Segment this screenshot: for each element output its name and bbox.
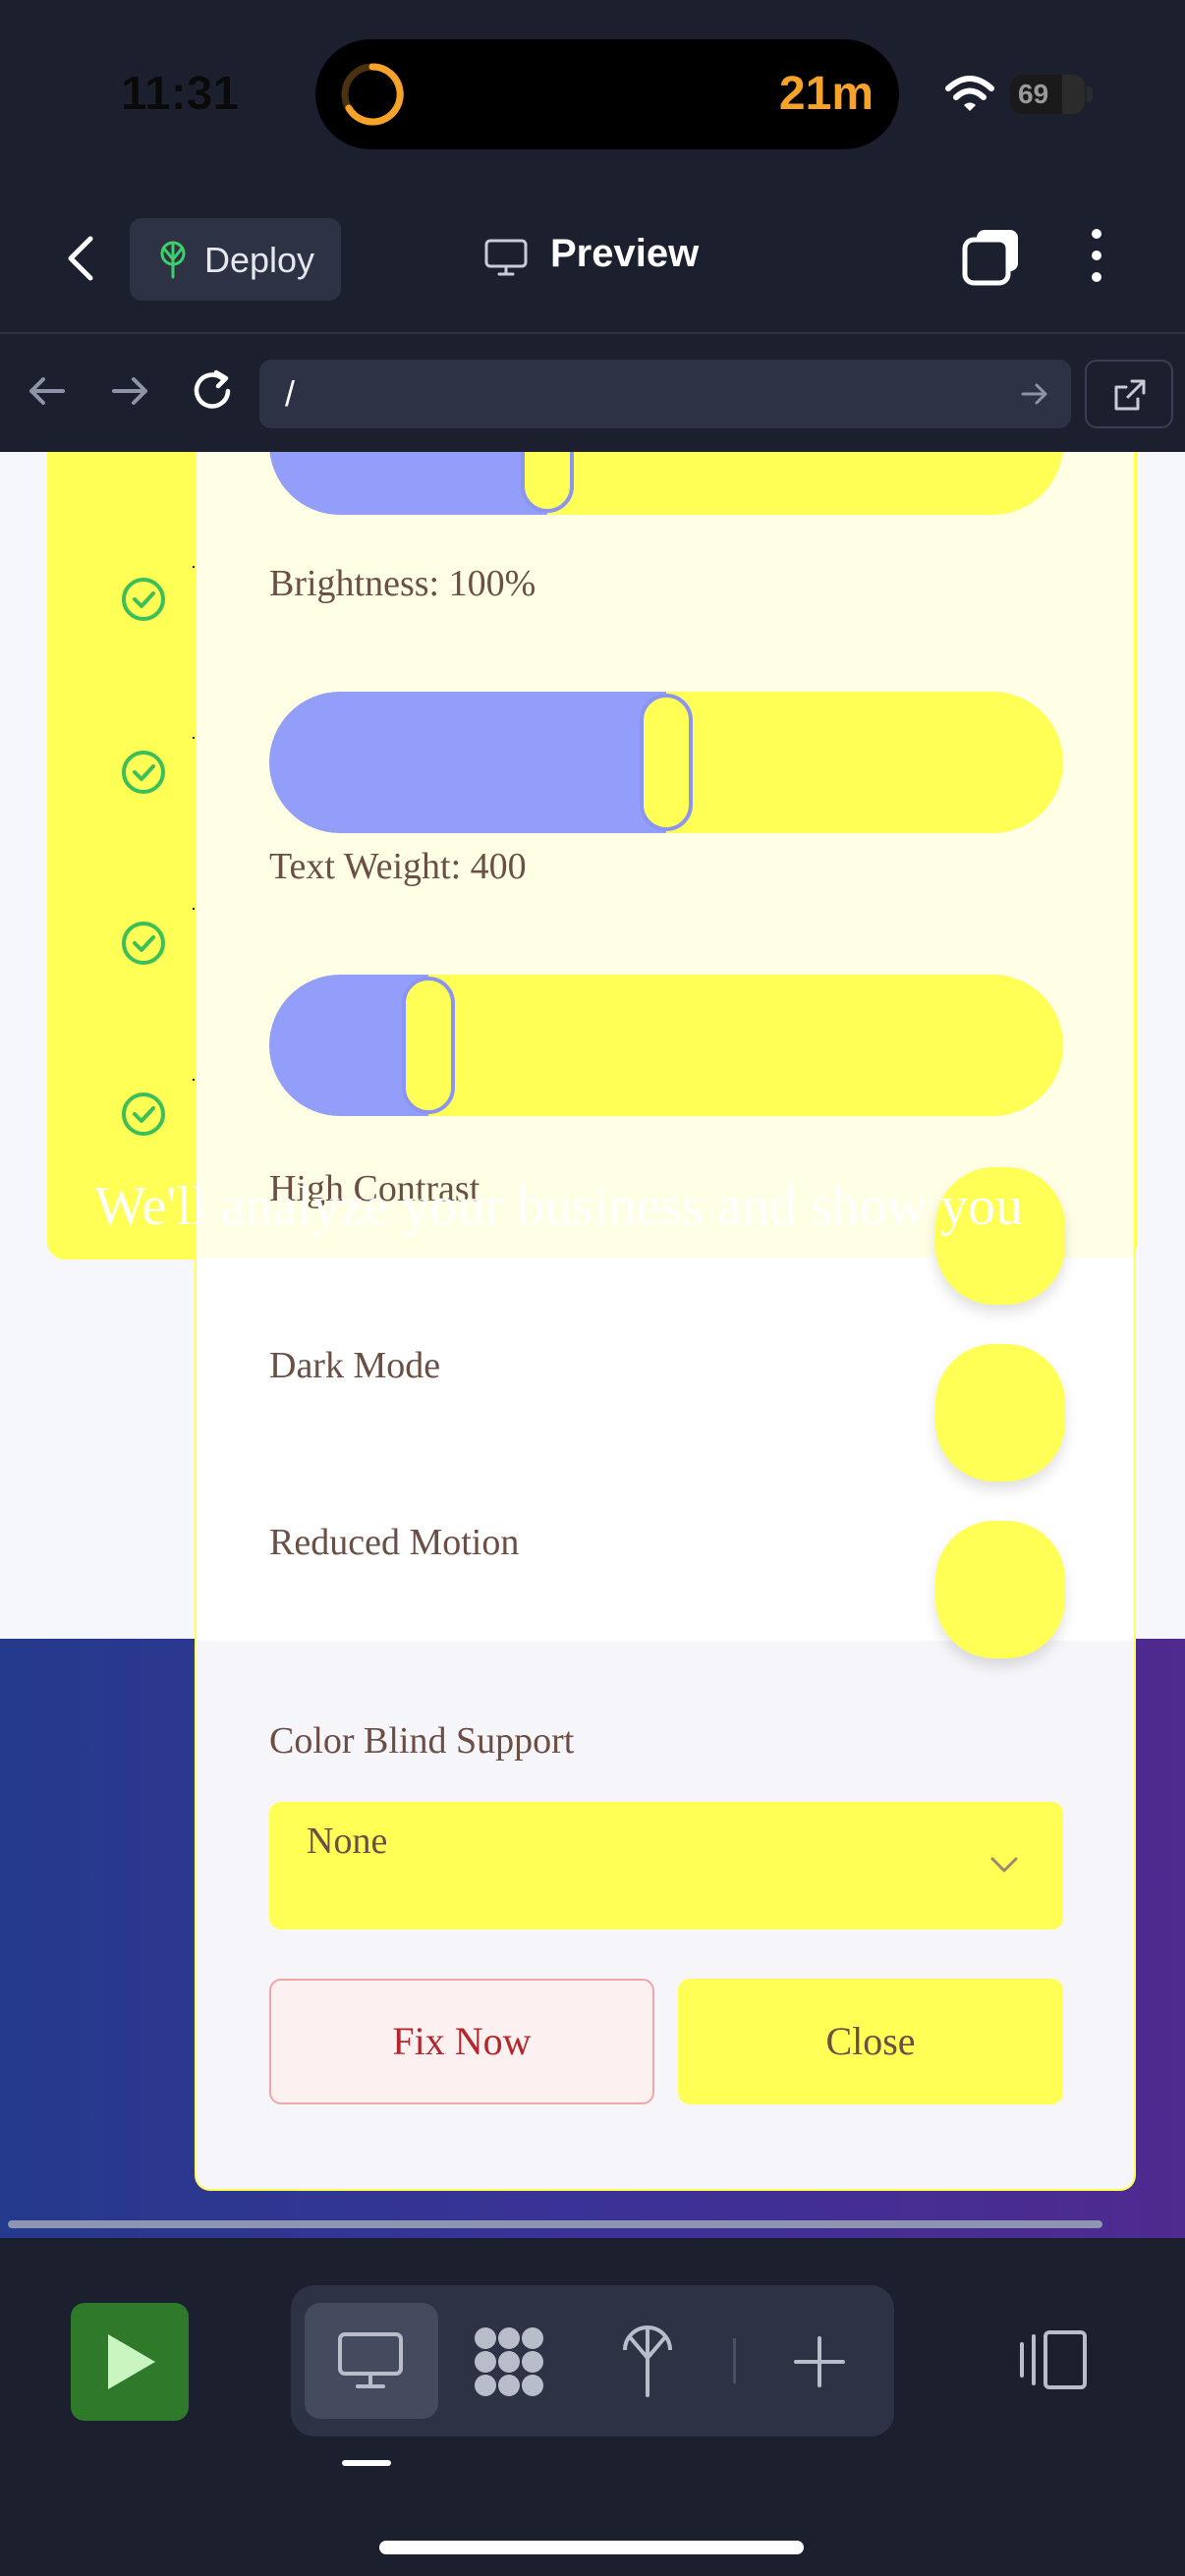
bottom-toolbar <box>0 2238 1185 2576</box>
antenna-icon[interactable] <box>619 2324 676 2399</box>
brightness-label: Brightness: 100% <box>269 563 536 604</box>
dynamic-island: 21m <box>315 39 899 149</box>
monitor-icon[interactable] <box>336 2330 405 2391</box>
arrow-left-icon[interactable] <box>26 369 69 413</box>
status-bar: 11:31 21m 69 <box>0 0 1185 196</box>
open-external-button[interactable] <box>1085 360 1173 428</box>
close-button[interactable]: Close <box>678 1979 1063 2104</box>
back-chevron-icon[interactable] <box>55 231 110 286</box>
slider-thumb[interactable] <box>640 694 693 831</box>
battery-indicator: 69 <box>1010 75 1085 114</box>
slider-fill <box>269 692 666 833</box>
monitor-icon <box>484 239 528 276</box>
play-icon <box>108 2334 155 2389</box>
check-circle-icon <box>122 751 165 794</box>
slider-thumb[interactable] <box>402 977 455 1114</box>
timer-label: 21m <box>778 68 874 120</box>
open-external-icon <box>1114 379 1146 411</box>
go-arrow-icon[interactable] <box>1020 379 1049 409</box>
battery-level: 69 <box>1018 79 1049 109</box>
slider-thumb[interactable] <box>521 452 574 513</box>
reduced-motion-label: Reduced Motion <box>269 1522 520 1563</box>
plus-icon[interactable] <box>792 2334 847 2389</box>
status-time: 11:31 <box>121 68 240 120</box>
view-switcher <box>291 2285 894 2436</box>
battery-nub <box>1087 86 1093 102</box>
text-weight-label: Text Weight: 400 <box>269 846 527 887</box>
deploy-label: Deploy <box>204 240 315 280</box>
chevron-down-icon <box>990 1857 1018 1873</box>
deploy-icon <box>160 241 186 279</box>
timer-icon <box>341 63 404 126</box>
brightness-slider[interactable] <box>269 692 1063 833</box>
color-blind-label: Color Blind Support <box>269 1720 575 1762</box>
grid-icon[interactable] <box>472 2324 546 2399</box>
dark-mode-label: Dark Mode <box>269 1345 441 1386</box>
toolbar-divider <box>733 2338 736 2383</box>
text-weight-slider[interactable] <box>269 975 1063 1116</box>
active-tab-indicator <box>342 2460 391 2466</box>
slider-track[interactable] <box>269 452 1063 515</box>
color-blind-value: None <box>307 1820 388 1862</box>
run-button[interactable] <box>71 2303 189 2421</box>
slider-fill <box>269 452 547 515</box>
more-icon[interactable] <box>1081 224 1112 287</box>
sidebar-panel-icon[interactable] <box>1016 2328 1089 2391</box>
url-input[interactable]: / <box>259 360 1071 428</box>
preview-viewport[interactable]: Brightness: 100% Text Weight: 400 High C… <box>0 452 1185 2238</box>
preview-label: Preview <box>550 232 700 275</box>
wifi-icon <box>945 76 994 111</box>
color-blind-select[interactable]: None <box>269 1802 1063 1930</box>
check-circle-icon <box>122 922 165 965</box>
url-bar: / <box>0 334 1185 452</box>
reduced-motion-toggle[interactable] <box>935 1521 1065 1658</box>
hero-subtitle: We'll analyze your business and show you <box>94 1176 1023 1237</box>
deploy-button[interactable]: Deploy <box>130 218 341 301</box>
reload-icon[interactable] <box>189 367 238 417</box>
horizontal-scrollbar[interactable] <box>8 2220 1102 2228</box>
accessibility-panel: Brightness: 100% Text Weight: 400 High C… <box>195 452 1136 2191</box>
fix-now-button[interactable]: Fix Now <box>269 1979 654 2104</box>
dark-mode-toggle[interactable] <box>935 1344 1065 1482</box>
tabs-icon[interactable] <box>961 224 1024 287</box>
url-text: / <box>285 373 296 414</box>
top-toolbar: Deploy Preview <box>0 196 1185 334</box>
arrow-right-icon[interactable] <box>108 369 151 413</box>
home-indicator <box>379 2541 804 2554</box>
check-circle-icon <box>122 1092 165 1136</box>
check-circle-icon <box>122 578 165 621</box>
